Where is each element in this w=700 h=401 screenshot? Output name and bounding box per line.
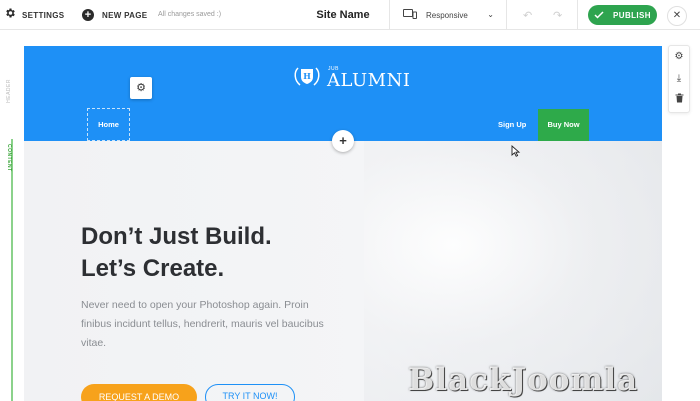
hero-text: Never need to open your Photoshop again.… [81, 299, 324, 349]
page-canvas: ⚙ H JUB ALUMNI Home Sign Up Buy Now + Do… [24, 46, 662, 401]
device-icon [403, 6, 417, 24]
logo-big-text: ALUMNI [327, 70, 411, 91]
new-page-label: NEW PAGE [102, 10, 148, 20]
try-it-now-button[interactable]: TRY IT NOW! [205, 384, 295, 401]
site-logo[interactable]: H JUB ALUMNI [292, 64, 410, 93]
nav-signup[interactable]: Sign Up [498, 120, 526, 129]
pointer-cursor-icon [511, 145, 521, 157]
gear-icon [4, 6, 16, 24]
save-status: All changes saved :) [158, 11, 222, 18]
hero-title-line1: Don’t Just Build. [81, 223, 272, 250]
undo-icon[interactable]: ↶ [523, 9, 532, 22]
trash-icon[interactable] [669, 90, 689, 112]
device-select-value: Responsive [426, 10, 468, 20]
publish-button[interactable]: PUBLISH [588, 5, 657, 25]
section-rail: HEADER CONTENT [0, 31, 22, 401]
plus-circle-icon: + [82, 9, 94, 21]
hero-title-line2: Let’s Create. [81, 255, 225, 282]
toolbar-divider [577, 0, 578, 30]
settings-label: SETTINGS [22, 10, 65, 20]
gear-icon[interactable]: ⚙ [669, 46, 689, 68]
rail-content-label[interactable]: CONTENT [6, 144, 12, 172]
site-name[interactable]: Site Name [297, 0, 390, 30]
rail-header-label[interactable]: HEADER [6, 79, 16, 103]
check-icon [594, 6, 604, 24]
watermark-text: BlackJoomla [408, 362, 639, 398]
laurel-shield-icon: H [292, 64, 322, 93]
close-icon[interactable]: ✕ [667, 6, 687, 26]
nav-home[interactable]: Home [87, 108, 130, 141]
hero-title: Don’t Just Build. Let’s Create. [81, 221, 272, 285]
logo-small-text: JUB [328, 66, 339, 72]
new-page-button[interactable]: + NEW PAGE [82, 0, 147, 30]
request-demo-button[interactable]: REQUEST A DEMO [81, 384, 197, 401]
svg-text:H: H [303, 71, 311, 81]
nav-buy-now[interactable]: Buy Now [538, 109, 589, 141]
chevron-down-icon: ⌄ [487, 10, 494, 19]
top-toolbar: SETTINGS + NEW PAGE All changes saved :)… [0, 0, 700, 30]
add-section-button[interactable]: + [332, 130, 354, 152]
redo-icon[interactable]: ↷ [553, 9, 562, 22]
gear-icon[interactable]: ⚙ [130, 77, 152, 99]
download-icon[interactable]: ⤓ [669, 68, 689, 90]
section-tools: ⚙ ⤓ [668, 45, 690, 113]
publish-label: PUBLISH [613, 10, 651, 20]
rail-content-indicator [11, 139, 13, 401]
device-select[interactable]: Responsive ⌄ [391, 0, 507, 30]
site-header[interactable]: ⚙ H JUB ALUMNI Home Sign Up Buy Now [24, 46, 662, 141]
settings-button[interactable]: SETTINGS [4, 0, 64, 30]
